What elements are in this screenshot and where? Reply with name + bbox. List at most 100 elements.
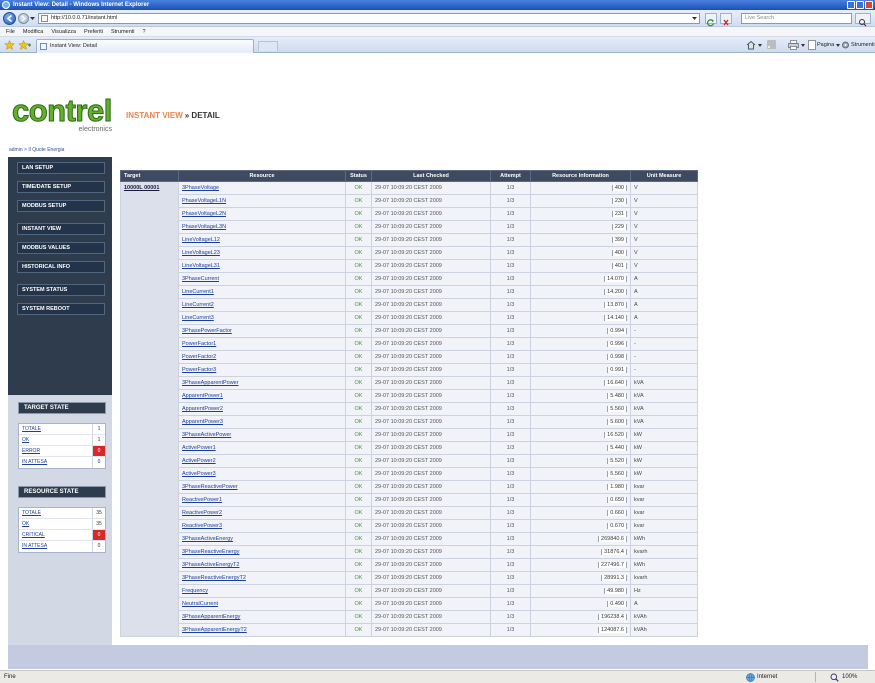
tab-instant-view-detail[interactable]: Instant View: Detail <box>36 39 254 53</box>
state-label-in-attesa[interactable]: IN ATTESA <box>19 457 92 468</box>
resource-link[interactable]: LineVoltageL31 <box>182 263 220 269</box>
home-chevron-down-icon[interactable] <box>758 44 762 47</box>
unit-cell: kVAh <box>630 610 698 624</box>
resource-link[interactable]: ReactivePower2 <box>182 510 222 516</box>
resource-link[interactable]: ApparentPower2 <box>182 406 223 412</box>
resource-link[interactable]: 3PhasePowerFactor <box>182 328 232 334</box>
resource-link[interactable]: LineVoltageL12 <box>182 237 220 243</box>
print-icon[interactable] <box>788 40 799 50</box>
state-label-ok[interactable]: OK <box>19 435 92 445</box>
favorites-star-icon[interactable] <box>4 40 15 50</box>
search-input[interactable]: Live Search <box>741 13 852 24</box>
resource-link[interactable]: 3PhaseReactiveEnergyT2 <box>182 575 246 581</box>
menu-preferiti[interactable]: Preferiti <box>80 27 107 36</box>
state-label-in-attesa[interactable]: IN ATTESA <box>19 541 92 552</box>
stop-icon[interactable] <box>720 13 732 26</box>
nav-instant-view-button[interactable]: INSTANT VIEW <box>17 223 105 235</box>
table-row: 3PhaseReactiveEnergy OK 29-07 10:09:20 CES… <box>121 545 698 559</box>
resource-link[interactable]: PhaseVoltageL3N <box>182 224 226 230</box>
resource-link[interactable]: ActivePower2 <box>182 458 216 464</box>
resource-link[interactable]: 3PhaseActivePower <box>182 432 231 438</box>
sidebar-nav: LAN SETUP TIME/DATE SETUP MODBUS SETUP INST… <box>17 162 105 315</box>
resource-link[interactable]: 3PhaseApparentEnergyT2 <box>182 627 247 633</box>
forward-icon[interactable] <box>18 13 29 24</box>
nav-system-reboot-button[interactable]: SYSTEM REBOOT <box>17 303 105 315</box>
window-title: Instant View: Detail - Windows Internet … <box>13 2 150 8</box>
tools-menu-button[interactable]: Strumenti <box>851 40 875 50</box>
unit-cell: kvar <box>630 493 698 507</box>
menu-file[interactable]: File <box>2 27 19 36</box>
state-label-critical[interactable]: CRITICAL <box>19 530 92 540</box>
zoom-icon[interactable] <box>830 673 839 682</box>
table-row: LineCurrent2 OK 29-07 10:09:20 CEST 2009 1/… <box>121 298 698 312</box>
breadcrumb[interactable]: admin > Il Quote Energia <box>9 147 64 153</box>
resource-link[interactable]: ReactivePower1 <box>182 497 222 503</box>
resource-link[interactable]: LineCurrent1 <box>182 289 214 295</box>
new-tab-button[interactable] <box>258 41 278 51</box>
resource-info-cell: 13.870 <box>530 298 631 312</box>
nav-lan-setup-button[interactable]: LAN SETUP <box>17 162 105 174</box>
page-chevron-down-icon[interactable] <box>836 44 840 47</box>
resource-link[interactable]: 3PhaseVoltage <box>182 185 219 191</box>
nav-time-date-setup-button[interactable]: TIME/DATE SETUP <box>17 181 105 193</box>
home-icon[interactable] <box>746 40 756 50</box>
security-zone[interactable]: Internet <box>757 672 777 682</box>
resource-link[interactable]: LineCurrent3 <box>182 315 214 321</box>
menu-modifica[interactable]: Modifica <box>19 27 47 36</box>
state-label-totale[interactable]: TOTALE <box>19 508 92 518</box>
add-favorites-icon[interactable] <box>18 40 31 50</box>
feed-icon[interactable] <box>767 40 776 49</box>
resource-link[interactable]: 3PhaseApparentEnergy <box>182 614 240 620</box>
attempt-cell: 1/3 <box>490 506 531 520</box>
resource-link[interactable]: ApparentPower3 <box>182 419 223 425</box>
resource-link[interactable]: ReactivePower3 <box>182 523 222 529</box>
refresh-icon[interactable] <box>705 13 717 27</box>
address-field[interactable]: http://10.0.0.71/instant.html <box>38 13 700 24</box>
nav-modbus-values-button[interactable]: MODBUS VALUES <box>17 242 105 254</box>
resource-link[interactable]: 3PhaseActiveEnergyT2 <box>182 562 239 568</box>
resource-link[interactable]: LineVoltageL23 <box>182 250 220 256</box>
nav-historical-info-button[interactable]: HISTORICAL INFO <box>17 261 105 273</box>
resource-link[interactable]: NeutralCurrent <box>182 601 218 607</box>
close-icon[interactable] <box>865 1 873 9</box>
unit-cell: - <box>630 350 698 364</box>
back-icon[interactable] <box>3 12 16 25</box>
resource-cell: ActivePower1 <box>178 441 346 455</box>
resource-link[interactable]: 3PhaseApparentPower <box>182 380 239 386</box>
nav-modbus-setup-button[interactable]: MODBUS SETUP <box>17 200 105 212</box>
nav-system-status-button[interactable]: SYSTEM STATUS <box>17 284 105 296</box>
resource-link[interactable]: ActivePower1 <box>182 445 216 451</box>
resource-link[interactable]: 3PhaseActiveEnergy <box>182 536 233 542</box>
resource-link[interactable]: PhaseVoltageL1N <box>182 198 226 204</box>
target-link[interactable]: 10000L 00001 <box>124 185 159 191</box>
target-state-title: TARGET STATE <box>18 402 106 414</box>
resource-link[interactable]: Frequency <box>182 588 208 594</box>
search-icon[interactable] <box>855 13 871 27</box>
resource-link[interactable]: LineCurrent2 <box>182 302 214 308</box>
resource-link[interactable]: PowerFactor1 <box>182 341 216 347</box>
menu-help[interactable]: ? <box>139 27 150 36</box>
page-title-section: INSTANT VIEW <box>126 111 183 120</box>
state-label-ok[interactable]: OK <box>19 519 92 529</box>
history-chevron-down-icon[interactable] <box>30 16 35 21</box>
resource-link[interactable]: 3PhaseReactiveEnergy <box>182 549 239 555</box>
resource-link[interactable]: PowerFactor2 <box>182 354 216 360</box>
minimize-icon[interactable] <box>847 1 855 9</box>
state-label-totale[interactable]: TOTALE <box>19 424 92 434</box>
resource-link[interactable]: 3PhaseCurrent <box>182 276 219 282</box>
print-chevron-down-icon[interactable] <box>801 44 805 47</box>
zoom-level[interactable]: 100% <box>842 672 857 682</box>
resource-link[interactable]: PowerFactor3 <box>182 367 216 373</box>
address-chevron-down-icon[interactable] <box>692 16 697 21</box>
resource-link[interactable]: 3PhaseReactivePower <box>182 484 238 490</box>
menu-strumenti[interactable]: Strumenti <box>107 27 139 36</box>
menu-visualizza[interactable]: Visualizza <box>47 27 80 36</box>
resource-link[interactable]: PhaseVoltageL2N <box>182 211 226 217</box>
maximize-icon[interactable] <box>856 1 864 9</box>
resource-link[interactable]: ApparentPower1 <box>182 393 223 399</box>
attempt-cell: 1/3 <box>490 233 531 247</box>
page-menu-button[interactable]: Pagina <box>817 40 834 50</box>
resource-value: 124087.6 <box>598 627 627 633</box>
resource-link[interactable]: ActivePower3 <box>182 471 216 477</box>
state-label-error[interactable]: ERROR <box>19 446 92 456</box>
